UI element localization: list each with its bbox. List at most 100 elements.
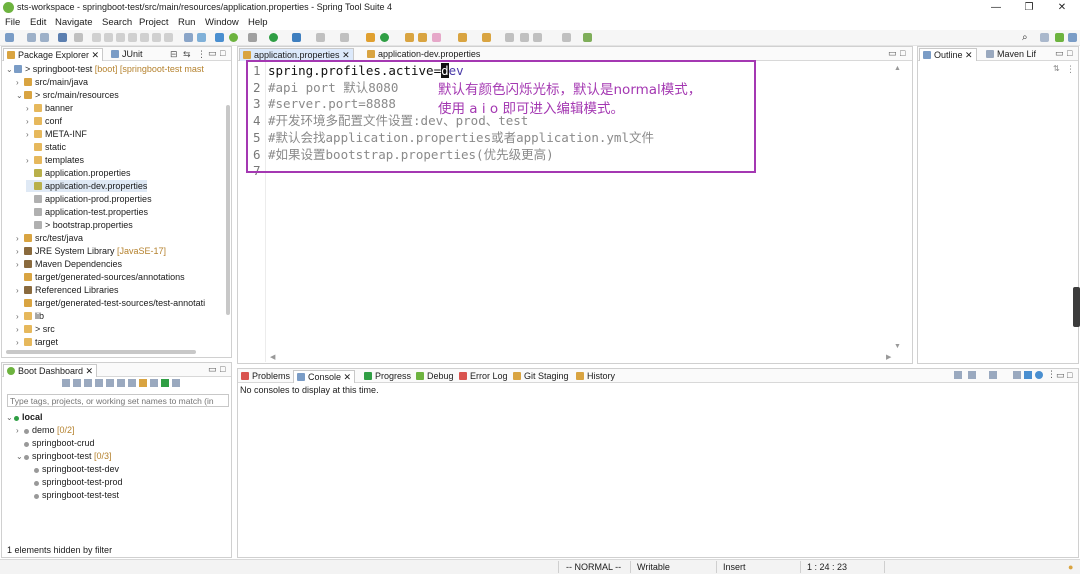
tab-junit[interactable]: JUnit — [108, 48, 146, 61]
bulb-icon[interactable] — [139, 379, 147, 387]
minimize-view-icon[interactable]: ▭ — [1056, 370, 1065, 381]
console-action-icon[interactable] — [954, 371, 962, 379]
minimize-view-icon[interactable]: ▭ — [208, 364, 217, 375]
annotation-icon[interactable] — [458, 33, 467, 42]
filter-icon[interactable] — [150, 379, 158, 387]
collapsed-chevron-icon[interactable]: › — [16, 425, 24, 437]
open-console-icon[interactable] — [184, 33, 193, 42]
vertical-scrollbar[interactable] — [226, 105, 230, 315]
display-console-icon[interactable] — [968, 371, 976, 379]
tree-item[interactable]: › JRE System Library [JavaSE-17] — [16, 245, 166, 257]
external-tools-icon[interactable] — [292, 33, 301, 42]
collapsed-chevron-icon[interactable]: › — [16, 246, 24, 258]
expanded-chevron-icon[interactable]: ⌄ — [16, 90, 24, 102]
forward-icon[interactable] — [533, 33, 542, 42]
tree-item[interactable]: springboot-test-prod — [26, 476, 123, 488]
tree-item[interactable]: › demo [0/2] — [16, 424, 75, 436]
open-browser-icon[interactable] — [95, 379, 103, 387]
collapsed-chevron-icon[interactable]: › — [26, 103, 34, 115]
terminal-icon[interactable] — [58, 33, 67, 42]
view-menu-icon[interactable]: ⋮ — [197, 49, 206, 60]
skip-breakpoints-icon[interactable] — [74, 33, 83, 42]
tree-item[interactable]: static — [26, 141, 66, 153]
debug-app-icon[interactable] — [73, 379, 81, 387]
menu-window[interactable]: Window — [205, 17, 239, 28]
settings-icon[interactable] — [1035, 371, 1043, 379]
tree-item[interactable]: › target — [16, 336, 58, 348]
menu-project[interactable]: Project — [139, 17, 169, 28]
expanded-chevron-icon[interactable]: ⌄ — [6, 64, 14, 76]
tree-item[interactable]: ⌄ > springboot-test [boot] [springboot-te… — [6, 63, 204, 75]
collapsed-chevron-icon[interactable]: › — [16, 285, 24, 297]
spring-icon[interactable] — [229, 33, 238, 42]
tab-error-log[interactable]: Error Log — [456, 370, 511, 383]
step-over-icon[interactable] — [152, 33, 161, 42]
save-icon[interactable] — [27, 33, 36, 42]
minimize-button[interactable]: — — [984, 1, 1008, 15]
maximize-view-icon[interactable]: □ — [900, 48, 905, 58]
scroll-right-icon[interactable]: ▶ — [886, 353, 891, 361]
minimize-view-icon[interactable]: ▭ — [1055, 48, 1064, 59]
expanded-chevron-icon[interactable]: ⌄ — [6, 412, 14, 424]
tree-item[interactable]: › Maven Dependencies — [16, 258, 122, 270]
maximize-button[interactable]: ❐ — [1017, 1, 1041, 15]
tree-item[interactable]: application-prod.properties — [26, 193, 152, 205]
boot-icon[interactable] — [215, 33, 224, 42]
menu-navigate[interactable]: Navigate — [55, 17, 93, 28]
scroll-down-icon[interactable]: ▼ — [894, 343, 901, 350]
step-return-icon[interactable] — [164, 33, 173, 42]
next-annotation-icon[interactable] — [482, 33, 491, 42]
tree-item[interactable]: ⌄ springboot-test [0/3] — [16, 450, 112, 462]
open-folder-icon[interactable] — [405, 33, 414, 42]
tab-maven-lifecycle[interactable]: Maven Lif — [983, 48, 1039, 61]
tab-boot-dashboard[interactable]: Boot Dashboard ✕ — [3, 364, 98, 377]
horizontal-scrollbar[interactable] — [6, 350, 196, 354]
tree-item[interactable]: › lib — [16, 310, 44, 322]
tab-package-explorer[interactable]: Package Explorer ✕ — [3, 48, 104, 61]
scroll-up-icon[interactable]: ▲ — [894, 65, 901, 72]
collapsed-chevron-icon[interactable]: › — [26, 129, 34, 141]
minimize-view-icon[interactable]: ▭ — [888, 48, 897, 59]
back-icon[interactable] — [520, 33, 529, 42]
view-menu-icon[interactable]: ⋮ — [1047, 369, 1056, 380]
tree-item[interactable]: target/generated-sources/annotations — [16, 271, 185, 283]
sort-icon[interactable]: ⇅ — [1053, 64, 1060, 73]
collapsed-chevron-icon[interactable]: › — [26, 116, 34, 128]
collapsed-chevron-icon[interactable]: › — [16, 259, 24, 271]
collapsed-chevron-icon[interactable]: › — [16, 77, 24, 89]
tree-item[interactable]: springboot-test-test — [26, 489, 119, 501]
view-menu-icon[interactable] — [172, 379, 180, 387]
tab-outline[interactable]: Outline ✕ — [919, 48, 977, 61]
tab-git-staging[interactable]: Git Staging — [510, 370, 572, 383]
java-perspective-icon[interactable] — [1068, 33, 1077, 42]
menu-edit[interactable]: Edit — [30, 17, 46, 28]
collapse-all-icon[interactable]: ⊟ — [170, 49, 178, 60]
tag-filter-input[interactable] — [7, 394, 229, 407]
last-edit-icon[interactable] — [505, 33, 514, 42]
new-icon[interactable] — [5, 33, 14, 42]
pin-editor-icon[interactable] — [583, 33, 592, 42]
tab-problems[interactable]: Problems — [238, 370, 293, 383]
coverage-icon[interactable] — [197, 33, 206, 42]
open-console-icon[interactable] — [106, 379, 114, 387]
collapsed-chevron-icon[interactable]: › — [16, 233, 24, 245]
menu-run[interactable]: Run — [178, 17, 195, 28]
search-global-icon[interactable]: ⌕ — [1022, 33, 1031, 43]
search-icon[interactable] — [432, 33, 441, 42]
tree-item[interactable]: › src/test/java — [16, 232, 83, 244]
tree-item[interactable]: application-dev.properties — [26, 180, 148, 192]
new-console-icon[interactable] — [1013, 371, 1021, 379]
collapsed-chevron-icon[interactable]: › — [16, 337, 24, 349]
tree-item[interactable]: › conf — [26, 115, 62, 127]
close-button[interactable]: ✕ — [1050, 1, 1074, 15]
scroll-left-icon[interactable]: ◀ — [270, 353, 275, 361]
tab-console[interactable]: Console ✕ — [293, 370, 356, 383]
menu-help[interactable]: Help — [248, 17, 268, 28]
expanded-chevron-icon[interactable]: ⌄ — [16, 451, 24, 463]
tree-item[interactable]: › > src — [16, 323, 55, 335]
menu-file[interactable]: File — [5, 17, 20, 28]
tree-item[interactable]: ⌄ > src/main/resources — [16, 89, 119, 101]
tree-item[interactable]: › src/main/java — [16, 76, 88, 88]
start-icon[interactable] — [62, 379, 70, 387]
new-class-icon[interactable] — [366, 33, 375, 42]
